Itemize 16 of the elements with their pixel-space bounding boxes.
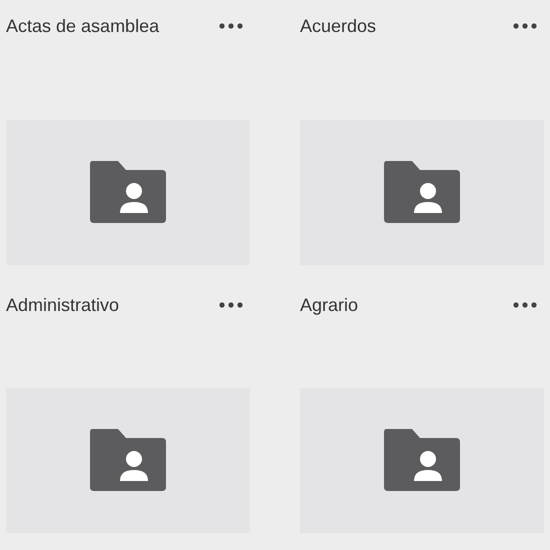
shared-folder-icon: [88, 428, 168, 492]
more-icon[interactable]: [218, 301, 244, 309]
folder-name: Agrario: [300, 294, 358, 317]
more-icon[interactable]: [512, 22, 538, 30]
folder-thumbnail[interactable]: [6, 120, 250, 265]
folder-name: Acuerdos: [300, 15, 376, 38]
folder-thumbnail[interactable]: [300, 388, 544, 533]
more-icon[interactable]: [512, 301, 538, 309]
shared-folder-icon: [382, 428, 462, 492]
folder-thumbnail[interactable]: [6, 388, 250, 533]
shared-folder-icon: [88, 160, 168, 224]
folder-name: Actas de asamblea: [6, 15, 160, 38]
more-icon[interactable]: [218, 22, 244, 30]
folder-thumbnail[interactable]: [300, 120, 544, 265]
folder-name: Administrativo: [6, 294, 120, 317]
shared-folder-icon: [382, 160, 462, 224]
